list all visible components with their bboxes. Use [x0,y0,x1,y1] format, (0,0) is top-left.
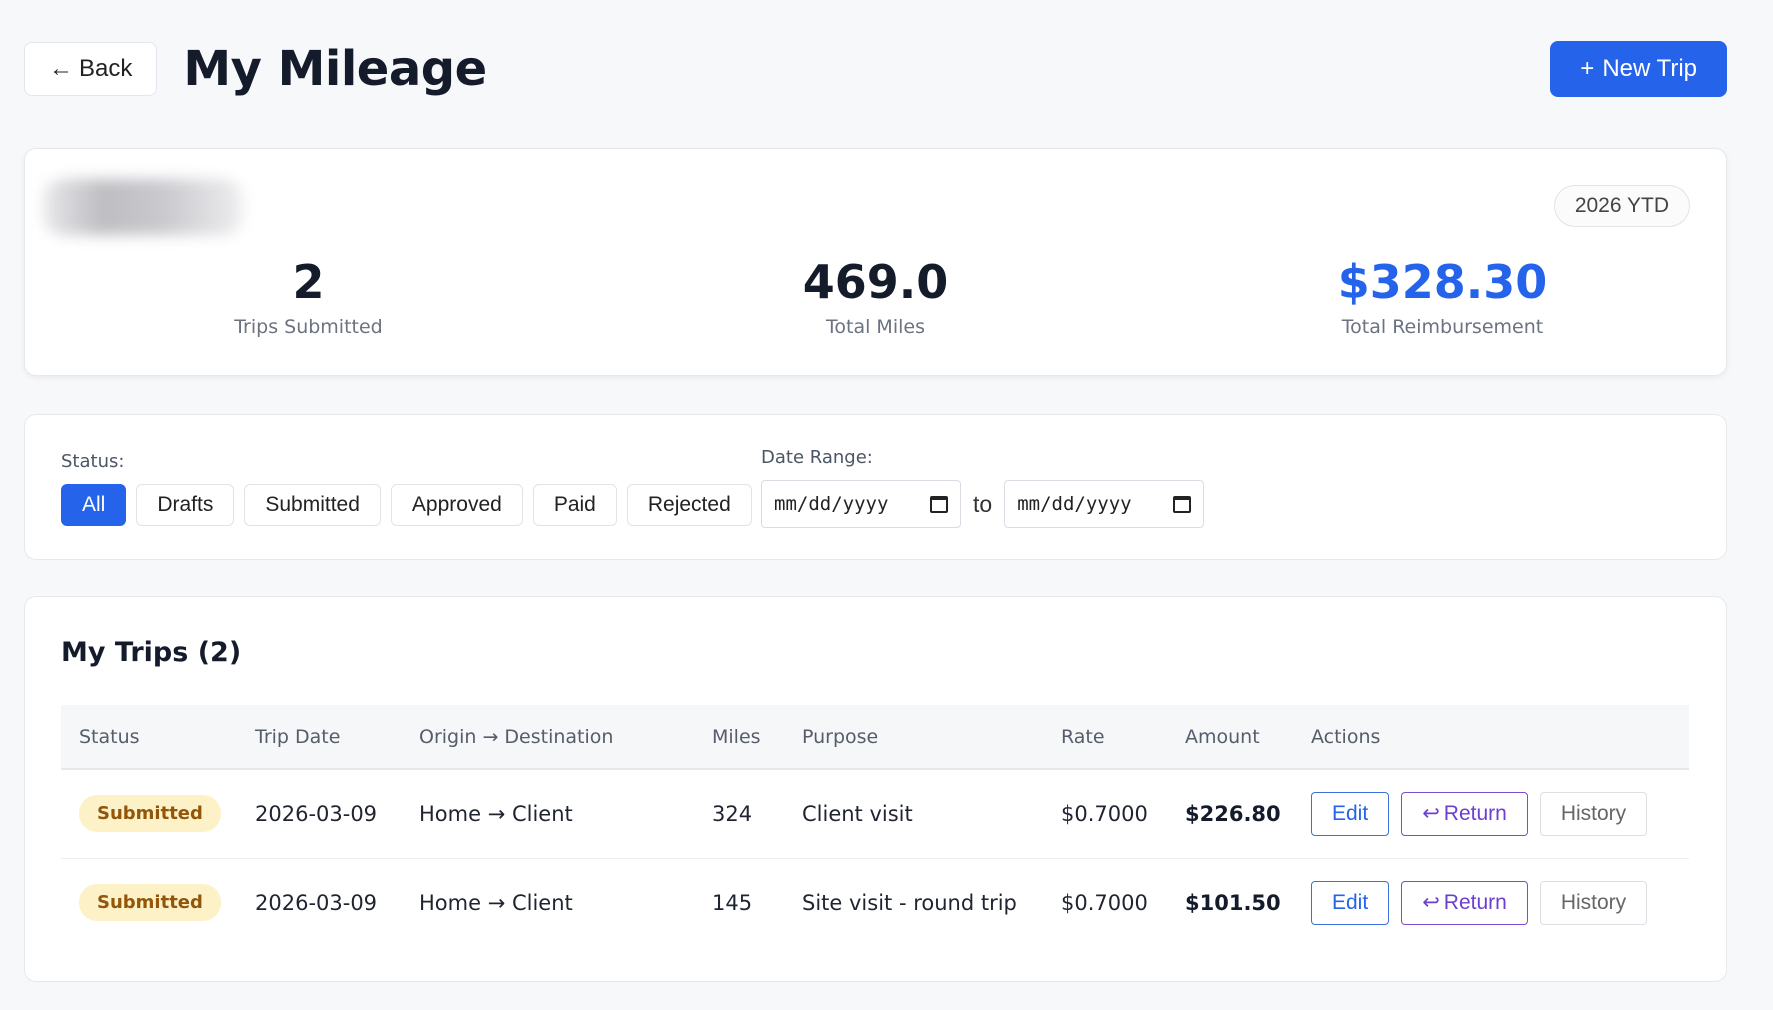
cell-route: Home → Client [419,890,573,915]
cell-trip-date: 2026-03-09 [255,890,378,915]
history-button[interactable]: History [1539,880,1648,925]
new-trip-button[interactable]: + New Trip [1550,41,1727,97]
status-filter: Status: All Drafts Submitted Approved Pa… [61,451,752,526]
trips-card: My Trips (2) Status Trip Date Origin → D… [24,596,1727,982]
date-from-input[interactable]: mm/dd/yyyy [761,480,961,528]
history-button[interactable]: History [1539,791,1648,836]
edit-button[interactable]: Edit [1311,880,1390,925]
stat-total-reimbursement: $328.30 Total Reimbursement [1159,257,1726,338]
summary-card: 2026 YTD 2 Trips Submitted 469.0 Total M… [24,148,1727,376]
date-range-row: mm/dd/yyyy to mm/dd/yyyy [761,480,1205,528]
page-header: ← Back My Mileage + New Trip [24,40,1727,98]
stat-label: Trips Submitted [234,315,383,338]
return-button[interactable]: ↩ Return [1401,880,1528,925]
status-pill-paid[interactable]: Paid [532,484,617,526]
status-badge: Submitted [79,884,221,922]
period-badge: 2026 YTD [1553,185,1690,227]
calendar-icon[interactable] [930,495,948,513]
return-arrow-icon: ↩ [1422,802,1440,826]
return-button-label: Return [1443,801,1507,825]
status-pill-all[interactable]: All [61,484,127,526]
column-header-miles: Miles [712,725,761,748]
cell-amount: $101.50 [1185,890,1281,915]
stat-trips-submitted: 2 Trips Submitted [25,257,592,338]
cell-status: Submitted [61,769,237,858]
column-header-rate: Rate [1061,725,1105,748]
new-trip-label: New Trip [1602,55,1697,82]
cell-rate: $0.7000 [1061,801,1148,826]
status-pill-submitted[interactable]: Submitted [244,484,381,526]
date-to-input[interactable]: mm/dd/yyyy [1004,480,1205,528]
status-pill-rejected[interactable]: Rejected [626,484,752,526]
column-header-actions: Actions [1311,725,1381,748]
table-row: Submitted 2026-03-09 Home → Client 145 S… [61,858,1689,947]
stat-label: Total Miles [826,315,925,338]
column-header-status: Status [79,725,140,748]
filter-card: Status: All Drafts Submitted Approved Pa… [24,414,1727,560]
arrow-left-icon: ← [49,55,73,82]
date-range-filter: Date Range: mm/dd/yyyy to mm/dd/yyyy [761,447,1205,528]
cell-trip-date: 2026-03-09 [255,801,378,826]
plus-icon: + [1580,55,1595,82]
calendar-icon[interactable] [1173,495,1192,513]
edit-button[interactable]: Edit [1311,791,1390,836]
stat-value: 469.0 [802,255,949,309]
date-range-label: Date Range: [761,447,873,468]
date-from-placeholder: mm/dd/yyyy [774,493,889,515]
cell-purpose: Client visit [802,801,913,826]
date-to-placeholder: mm/dd/yyyy [1017,493,1132,515]
cell-miles: 145 [712,890,753,915]
cell-actions: Edit ↩ Return History [1293,858,1689,947]
stat-label: Total Reimbursement [1341,315,1544,338]
column-header-trip-date: Trip Date [255,725,341,748]
back-button[interactable]: ← Back [24,42,158,96]
stat-value: $328.30 [1337,255,1548,309]
return-button[interactable]: ↩ Return [1401,791,1528,836]
cell-rate: $0.7000 [1061,890,1148,915]
cell-purpose: Site visit - round trip [802,890,1017,915]
trips-title: My Trips (2) [61,637,242,668]
page-title: My Mileage [183,41,487,97]
cell-status: Submitted [61,858,237,947]
table-row: Submitted 2026-03-09 Home → Client 324 C… [61,769,1689,858]
status-badge: Submitted [79,795,221,833]
status-pill-drafts[interactable]: Drafts [136,484,235,526]
status-pills: All Drafts Submitted Approved Paid Rejec… [61,484,752,526]
blurred-user-name [43,179,243,235]
column-header-route: Origin → Destination [419,725,614,748]
column-header-purpose: Purpose [802,725,879,748]
return-button-label: Return [1443,890,1507,914]
column-header-amount: Amount [1185,725,1260,748]
date-range-separator: to [973,490,993,517]
cell-actions: Edit ↩ Return History [1293,769,1689,858]
stat-total-miles: 469.0 Total Miles [592,257,1159,338]
status-filter-label: Status: [61,451,125,472]
cell-amount: $226.80 [1185,801,1281,826]
summary-stats: 2 Trips Submitted 469.0 Total Miles $328… [25,257,1726,338]
table-header-row: Status Trip Date Origin → Destination Mi… [61,705,1689,769]
return-arrow-icon: ↩ [1422,891,1440,915]
stat-value: 2 [292,255,325,309]
cell-route: Home → Client [419,801,573,826]
cell-miles: 324 [712,801,753,826]
status-pill-approved[interactable]: Approved [390,484,523,526]
trips-table: Status Trip Date Origin → Destination Mi… [61,705,1689,947]
back-button-label: Back [79,55,133,82]
